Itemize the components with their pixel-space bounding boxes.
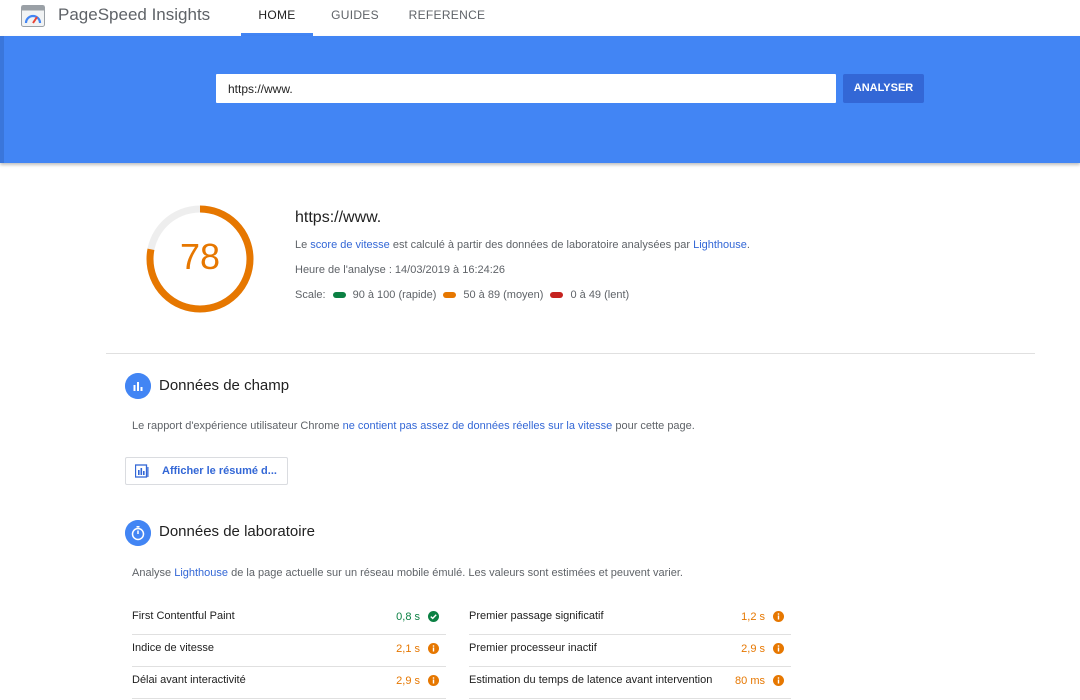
desc-text: Le: [295, 239, 311, 251]
lab-data-title: Données de laboratoire: [159, 523, 315, 540]
lab-lighthouse-link[interactable]: Lighthouse: [174, 567, 228, 579]
metric-label: First Contentful Paint: [132, 610, 235, 622]
tab-home[interactable]: HOME: [241, 0, 313, 36]
insufficient-data-link[interactable]: ne contient pas assez de données réelles…: [343, 420, 613, 432]
pagespeed-logo-icon: [21, 5, 45, 27]
lab-text: Analyse: [132, 567, 175, 579]
check-circle-icon: [428, 611, 439, 622]
metric-label: Indice de vitesse: [132, 642, 214, 654]
metric-speed-index: Indice de vitesse 2,1 s: [132, 634, 446, 667]
scale-slow-swatch: [550, 292, 564, 298]
info-circle-icon: [773, 643, 784, 654]
scale-slow-label: 0 à 49 (lent): [570, 289, 630, 301]
app-title: PageSpeed Insights: [58, 5, 211, 24]
show-summary-label: Afficher le résumé d...: [162, 465, 277, 477]
tab-guides[interactable]: GUIDES: [324, 0, 386, 36]
metric-first-meaningful-paint: Premier passage significatif 1,2 s: [469, 602, 791, 635]
scale-fast-swatch: [332, 292, 346, 298]
metric-value: 80 ms: [735, 675, 765, 687]
metric-value: 1,2 s: [741, 611, 765, 623]
scale-average-swatch: [443, 292, 457, 298]
url-input[interactable]: [216, 74, 836, 103]
tab-reference[interactable]: REFERENCE: [406, 0, 488, 36]
field-text: pour cette page.: [612, 420, 695, 432]
metric-label: Premier processeur inactif: [469, 642, 597, 654]
section-divider: [106, 353, 1035, 354]
score-scale: Scale: 90 à 100 (rapide) 50 à 89 (moyen)…: [295, 289, 629, 301]
metric-first-cpu-idle: Premier processeur inactif 2,9 s: [469, 634, 791, 667]
info-circle-icon: [428, 675, 439, 686]
score-value: 78: [179, 236, 221, 277]
metric-label: Délai avant interactivité: [132, 674, 246, 686]
banner-edge: [0, 36, 4, 163]
top-bar: PageSpeed Insights HOME GUIDES REFERENCE: [0, 0, 1080, 36]
field-data-text: Le rapport d'expérience utilisateur Chro…: [132, 420, 695, 432]
info-circle-icon: [428, 643, 439, 654]
lighthouse-link[interactable]: Lighthouse: [693, 239, 747, 251]
info-circle-icon: [773, 611, 784, 622]
speed-score-link[interactable]: score de vitesse: [310, 239, 389, 251]
search-banner: ANALYSER: [0, 36, 1080, 163]
analyze-button[interactable]: ANALYSER: [843, 74, 924, 103]
scale-average-label: 50 à 89 (moyen): [463, 289, 544, 301]
lab-data-text: Analyse Lighthouse de la page actuelle s…: [132, 567, 683, 579]
metric-value: 0,8 s: [396, 611, 420, 623]
metric-estimated-input-latency: Estimation du temps de latence avant int…: [469, 666, 791, 699]
metric-time-to-interactive: Délai avant interactivité 2,9 s: [132, 666, 446, 699]
scale-fast: 90 à 100 (rapide): [332, 289, 437, 301]
metric-first-contentful-paint: First Contentful Paint 0,8 s: [132, 602, 446, 635]
result-url: https://www.: [295, 209, 382, 226]
desc-text: .: [746, 239, 750, 251]
bar-chart-icon: [125, 373, 151, 399]
show-summary-button[interactable]: Afficher le résumé d...: [125, 457, 288, 485]
score-description: Le score de vitesse est calculé à partir…: [295, 239, 750, 251]
metric-label: Premier passage significatif: [469, 610, 604, 622]
lab-text: de la page actuelle sur un réseau mobile…: [228, 567, 683, 579]
summary-icon: [135, 464, 149, 478]
scale-slow: 0 à 49 (lent): [550, 289, 629, 301]
scale-fast-label: 90 à 100 (rapide): [352, 289, 437, 301]
desc-text: est calculé à partir des données de labo…: [389, 239, 694, 251]
metric-value: 2,9 s: [741, 643, 765, 655]
analysis-time: Heure de l'analyse : 14/03/2019 à 16:24:…: [295, 264, 506, 276]
scale-average: 50 à 89 (moyen): [443, 289, 543, 301]
info-circle-icon: [773, 675, 784, 686]
field-text: Le rapport d'expérience utilisateur Chro…: [132, 420, 343, 432]
scale-label: Scale:: [295, 289, 326, 301]
stopwatch-icon: [125, 520, 151, 546]
field-data-title: Données de champ: [159, 377, 290, 394]
metric-label: Estimation du temps de latence avant int…: [469, 674, 713, 686]
metric-value: 2,1 s: [396, 643, 420, 655]
metric-value: 2,9 s: [396, 675, 420, 687]
